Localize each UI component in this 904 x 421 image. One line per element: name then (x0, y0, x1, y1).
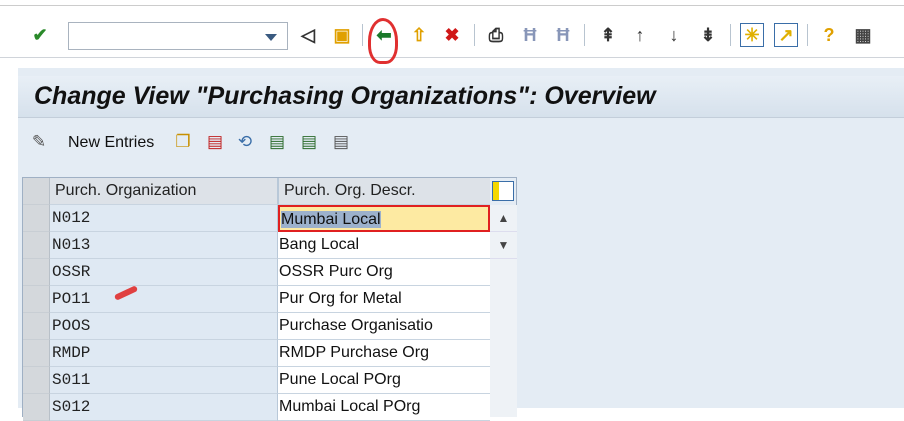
customize-layout-icon[interactable]: ▦ (851, 23, 875, 47)
separator (584, 24, 585, 46)
cancel-icon[interactable]: ✖ (440, 23, 464, 47)
edit-pencil-icon[interactable]: ✎ (28, 131, 50, 153)
org-cell: OSSR (50, 259, 278, 286)
find-next-icon[interactable]: Ħ (551, 23, 575, 47)
table-row: POOS Purchase Organisatio (23, 313, 518, 340)
descr-input[interactable]: Pune Local POrg (278, 367, 490, 394)
separator (474, 24, 475, 46)
descr-input[interactable]: Mumbai Local (278, 205, 490, 232)
enter-icon[interactable]: ✔ (28, 23, 52, 47)
undo-change-icon[interactable]: ⟲ (234, 131, 256, 153)
annotation-circle (368, 18, 398, 64)
scroll-down-icon[interactable]: ▼ (490, 232, 517, 259)
org-cell: RMDP (50, 340, 278, 367)
title-bar: Change View "Purchasing Organizations": … (18, 76, 904, 118)
command-field[interactable] (68, 22, 288, 50)
save-icon[interactable]: ▣ (330, 23, 354, 47)
select-block-icon[interactable]: ▤ (298, 131, 320, 153)
help-icon[interactable]: ? (817, 23, 841, 47)
descr-input[interactable]: RMDP Purchase Org (278, 340, 490, 367)
table-row: N013 Bang Local (23, 232, 518, 259)
top-divider (0, 5, 904, 6)
main-area: Change View "Purchasing Organizations": … (18, 68, 904, 421)
row-selector[interactable] (23, 313, 50, 340)
select-all-icon[interactable]: ▤ (266, 131, 288, 153)
org-cell: N013 (50, 232, 278, 259)
back-nav-icon[interactable]: ◁ (296, 23, 320, 47)
new-entries-button[interactable]: New Entries (68, 134, 154, 152)
descr-input[interactable]: Bang Local (278, 232, 490, 259)
page-title: Change View "Purchasing Organizations": … (34, 82, 656, 110)
chevron-down-icon[interactable] (265, 34, 277, 41)
create-session-icon[interactable]: ✳ (740, 23, 764, 47)
first-page-icon[interactable]: ⇞ (596, 23, 620, 47)
table-row: OSSR OSSR Purc Org (23, 259, 518, 286)
find-icon[interactable]: Ħ (518, 23, 542, 47)
previous-page-icon[interactable]: ↑ (628, 23, 652, 47)
row-selector[interactable] (23, 259, 50, 286)
descr-input-value: Mumbai Local (281, 211, 381, 228)
exit-icon[interactable]: ⇧ (407, 23, 431, 47)
column-header-descr[interactable]: Purch. Org. Descr. (278, 178, 490, 205)
select-all-rows[interactable] (23, 178, 50, 205)
column-header-org[interactable]: Purch. Organization (50, 178, 278, 205)
org-cell: N012 (50, 205, 278, 232)
row-selector[interactable] (23, 232, 50, 259)
deselect-all-icon[interactable]: ▤ (330, 131, 352, 153)
row-selector[interactable] (23, 340, 50, 367)
descr-input[interactable]: Pur Org for Metal (278, 286, 490, 313)
org-cell: PO11 (50, 286, 278, 313)
next-page-icon[interactable]: ↓ (662, 23, 686, 47)
table-row: S011 Pune Local POrg (23, 367, 518, 394)
purchasing-org-table: Purch. Organization Purch. Org. Descr. N… (22, 177, 518, 421)
scroll-up-icon[interactable]: ▲ (490, 205, 517, 232)
separator (730, 24, 731, 46)
table-row: RMDP RMDP Purchase Org (23, 340, 518, 367)
table-settings-icon[interactable] (492, 181, 514, 201)
delete-icon[interactable]: ▤ (204, 131, 226, 153)
print-icon[interactable]: ⎙ (484, 23, 508, 47)
table-row: PO11 Pur Org for Metal (23, 286, 518, 313)
separator (807, 24, 808, 46)
row-selector[interactable] (23, 286, 50, 313)
vertical-scrollbar[interactable]: ▲ ▼ (490, 205, 517, 417)
copy-icon[interactable]: ❐ (172, 131, 194, 153)
descr-input[interactable]: Purchase Organisatio (278, 313, 490, 340)
table-row: N012 Mumbai Local (23, 205, 518, 232)
org-cell: POOS (50, 313, 278, 340)
row-selector[interactable] (23, 367, 50, 394)
descr-input[interactable]: OSSR Purc Org (278, 259, 490, 286)
row-selector[interactable] (23, 205, 50, 232)
table-header: Purch. Organization Purch. Org. Descr. (23, 178, 518, 205)
separator (362, 24, 363, 46)
shortcut-icon[interactable]: ↗ (774, 23, 798, 47)
system-toolbar: ✔ ◁ ▣ ⬅ ⇧ ✖ ⎙ Ħ Ħ ⇞ ↑ ↓ ⇟ ✳ ↗ ? ▦ (0, 14, 904, 58)
last-page-icon[interactable]: ⇟ (696, 23, 720, 47)
org-cell: S011 (50, 367, 278, 394)
